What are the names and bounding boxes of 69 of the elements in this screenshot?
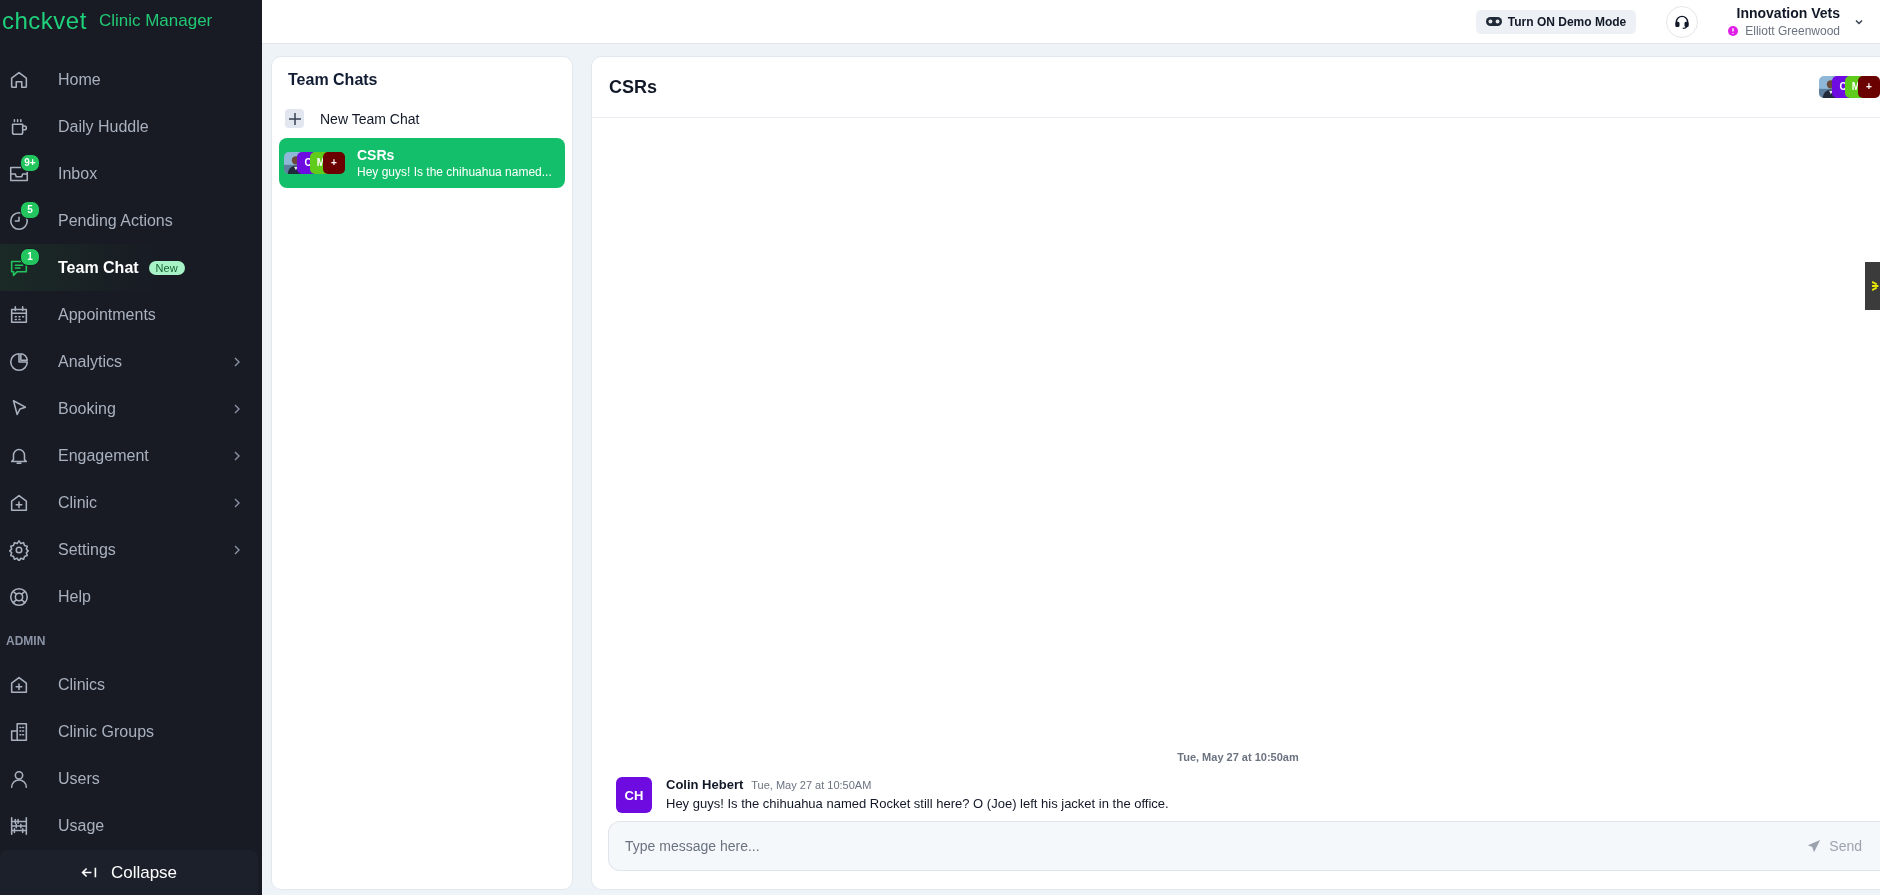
toggle-icon bbox=[1485, 17, 1502, 26]
count-badge: 9+ bbox=[20, 153, 40, 172]
chat-name: CSRs bbox=[357, 147, 396, 163]
nav-label: Clinic Groups bbox=[58, 722, 155, 741]
nav-item[interactable]: Clinic bbox=[0, 479, 262, 526]
nav-label: Settings bbox=[58, 540, 116, 559]
plus-icon bbox=[285, 109, 304, 128]
headset-icon bbox=[1674, 13, 1691, 30]
abacus-icon bbox=[8, 814, 30, 837]
new-tag: New bbox=[148, 260, 185, 275]
nav-label: Home bbox=[58, 70, 101, 89]
message-text: Hey guys! Is the chihuahua named Rocket still here? O (Joe) left his jacket in the office. bbox=[666, 796, 1169, 811]
side-tab[interactable] bbox=[1865, 262, 1880, 310]
settings-icon bbox=[8, 538, 30, 561]
nav-label: Booking bbox=[58, 399, 116, 418]
nav-label: Clinics bbox=[58, 675, 106, 694]
nav-label: Analytics bbox=[58, 352, 123, 371]
nav-item[interactable]: Clinic Groups bbox=[0, 708, 262, 755]
avatar: + bbox=[323, 152, 345, 174]
timestamp: Tue, May 27 at 10:50AM bbox=[751, 779, 872, 791]
nav-item[interactable]: Engagement bbox=[0, 432, 262, 479]
nav-item[interactable]: Settings bbox=[0, 526, 262, 573]
nav-label: Help bbox=[58, 587, 91, 606]
alert-icon bbox=[1728, 25, 1739, 36]
support-button[interactable] bbox=[1666, 5, 1699, 38]
nav-item[interactable]: Usage bbox=[0, 802, 262, 849]
section-heading: ADMIN bbox=[5, 632, 47, 650]
nav-label: Usage bbox=[58, 816, 105, 835]
nav-item[interactable]: Appointments bbox=[0, 291, 262, 338]
nav-item[interactable]: Daily Huddle bbox=[0, 103, 262, 150]
nav-label: Pending Actions bbox=[58, 211, 173, 230]
nav-item[interactable]: 5 Pending Actions bbox=[0, 197, 262, 244]
date-divider: Tue, May 27 at 10:50am bbox=[1177, 751, 1299, 763]
nav-label: Engagement bbox=[58, 446, 149, 465]
nav-item[interactable]: Home bbox=[0, 56, 262, 103]
nav-label: Team Chat bbox=[58, 258, 139, 277]
conversation-title: CSRs bbox=[609, 76, 657, 98]
send-icon bbox=[1807, 839, 1822, 853]
calendar-icon bbox=[8, 303, 30, 326]
pie-chart-icon bbox=[8, 350, 30, 373]
nav-label: Inbox bbox=[58, 164, 98, 183]
message-preview: Hey guys! Is the chihuahua named... bbox=[357, 165, 552, 179]
new-chat-button[interactable]: New Team Chat bbox=[285, 109, 420, 128]
logo: chckvet bbox=[2, 8, 87, 34]
nav-item[interactable]: Analytics bbox=[0, 338, 262, 385]
count-badge: 1 bbox=[20, 247, 40, 266]
nav-item[interactable]: Booking bbox=[0, 385, 262, 432]
nav-label: Users bbox=[58, 769, 100, 788]
author-name: Colin Hebert bbox=[666, 777, 744, 792]
nav-item[interactable]: Users bbox=[0, 755, 262, 802]
collapse-arrow-icon bbox=[80, 866, 97, 879]
app-subtitle: Clinic Manager bbox=[98, 10, 213, 32]
nav-item[interactable]: Help bbox=[0, 573, 262, 620]
nav-item[interactable]: Clinics bbox=[0, 661, 262, 708]
panel-title: Team Chats bbox=[288, 71, 379, 89]
collapse-button[interactable]: Collapse bbox=[0, 850, 258, 895]
avatar: CH bbox=[616, 777, 652, 813]
user-name: Elliott Greenwood bbox=[1745, 22, 1840, 40]
organization-name: Innovation Vets bbox=[1736, 3, 1840, 22]
count-badge: 5 bbox=[20, 200, 40, 219]
lifebuoy-icon bbox=[8, 585, 30, 608]
demo-mode-button[interactable]: Turn ON Demo Mode bbox=[1475, 9, 1637, 34]
building-icon bbox=[8, 720, 30, 743]
nav-label: Appointments bbox=[58, 305, 156, 324]
nav-label: Daily Huddle bbox=[58, 117, 149, 136]
sparkle-icon bbox=[1872, 278, 1880, 294]
nav-item[interactable]: 9+ Inbox bbox=[0, 150, 262, 197]
avatar: + bbox=[1858, 76, 1880, 98]
nav-label: Clinic bbox=[58, 493, 98, 512]
